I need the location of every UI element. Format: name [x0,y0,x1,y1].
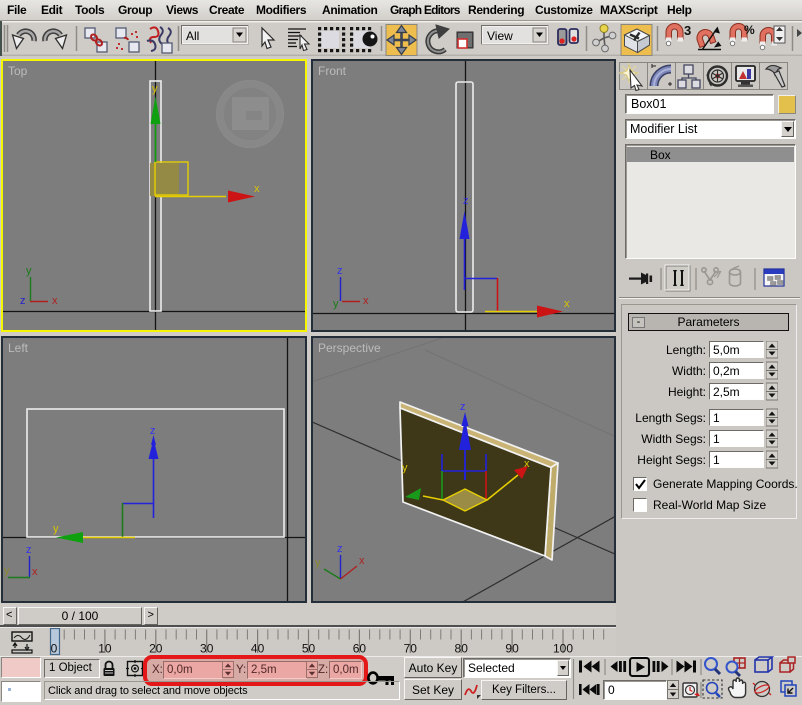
svg-text:x: x [524,458,530,470]
svg-text:y: y [402,462,408,474]
svg-text:y: y [315,557,321,569]
svg-text:y: y [26,265,32,277]
svg-text:70: 70 [404,642,418,656]
svg-text:z: z [20,295,26,307]
svg-text:y: y [333,298,339,310]
svg-text:z: z [337,543,343,555]
svg-text:y: y [4,565,10,577]
svg-text:x: x [363,295,369,307]
svg-text:Top: Top [8,64,28,78]
svg-text:10: 10 [98,642,112,656]
svg-text:Front: Front [318,64,347,78]
svg-text:40: 40 [251,642,265,656]
svg-text:3: 3 [684,23,691,38]
svg-text:100: 100 [553,642,573,656]
svg-text:x: x [564,298,570,310]
svg-text:80: 80 [455,642,469,656]
svg-text:y: y [53,523,59,535]
svg-text:60: 60 [353,642,367,656]
svg-text:50: 50 [302,642,316,656]
svg-text:%: % [744,23,755,37]
svg-text:z: z [337,265,343,277]
svg-text:x: x [32,566,38,578]
svg-text:z: z [26,544,32,556]
svg-text:20: 20 [149,642,163,656]
svg-text:View: View [487,29,513,43]
svg-text:y: y [152,83,158,95]
svg-text:z: z [463,195,469,207]
svg-text:Left: Left [8,341,29,355]
svg-text:Perspective: Perspective [318,341,381,355]
svg-text:x: x [52,295,58,307]
svg-text:30: 30 [200,642,214,656]
svg-text:0: 0 [51,642,58,656]
svg-text:All: All [186,29,199,43]
svg-text:x: x [359,555,365,567]
svg-text:z: z [460,401,466,413]
svg-text:z: z [150,425,156,437]
svg-text:x: x [254,183,260,195]
svg-text:90: 90 [505,642,519,656]
